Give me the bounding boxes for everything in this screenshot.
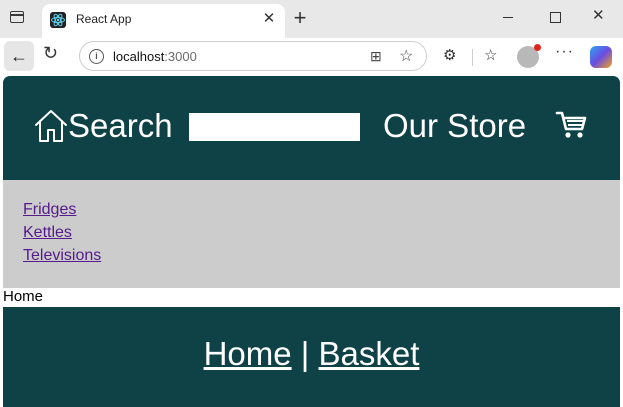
cart-icon[interactable] — [555, 110, 587, 140]
back-icon[interactable]: ← — [4, 41, 34, 71]
extensions-icon[interactable]: ⚙ — [443, 46, 456, 64]
footer-separator: | — [300, 335, 310, 372]
category-item: Kettles — [23, 221, 101, 244]
favorite-star-icon[interactable]: ☆ — [399, 46, 413, 66]
browser-tabstrip: React App ✕ + ✕ — [0, 0, 623, 38]
browser-toolbar: ← ↻ i localhost:3000 ⊞ ☆ ⚙ ☆ ··· — [0, 38, 623, 76]
store-footer: Home | Basket — [3, 307, 620, 407]
category-link-kettles[interactable]: Kettles — [23, 224, 72, 241]
more-options-icon[interactable]: ··· — [555, 43, 574, 61]
category-item: Televisions — [23, 244, 101, 267]
page-breadcrumb: Home — [3, 288, 44, 305]
category-item: Fridges — [23, 198, 101, 221]
category-link-televisions[interactable]: Televisions — [23, 247, 101, 264]
category-link-fridges[interactable]: Fridges — [23, 201, 76, 218]
footer-basket-link[interactable]: Basket — [319, 335, 420, 372]
maximize-icon[interactable] — [550, 12, 561, 23]
profile-avatar-icon[interactable] — [517, 44, 541, 68]
url-text: localhost:3000 — [113, 49, 197, 64]
react-favicon-icon — [50, 12, 66, 28]
category-panel: Fridges Kettles Televisions — [3, 180, 620, 288]
home-icon[interactable] — [33, 108, 69, 144]
tab-title: React App — [76, 12, 132, 26]
store-title: Our Store — [383, 107, 527, 144]
copilot-icon[interactable] — [590, 46, 612, 68]
sidebar-toggle-icon[interactable] — [10, 11, 24, 23]
toolbar-divider — [472, 49, 473, 66]
search-input[interactable] — [189, 113, 360, 141]
site-info-icon[interactable]: i — [89, 49, 104, 64]
app-install-icon[interactable]: ⊞ — [370, 48, 382, 65]
reload-icon[interactable]: ↻ — [43, 43, 58, 64]
window-close-icon[interactable]: ✕ — [592, 6, 605, 24]
footer-nav: Home | Basket — [3, 335, 620, 373]
footer-home-link[interactable]: Home — [204, 335, 292, 372]
store-header: Search Our Store — [3, 76, 620, 180]
search-label: Search — [68, 107, 173, 144]
minimize-icon[interactable] — [503, 17, 513, 18]
tab-close-icon[interactable]: ✕ — [260, 9, 278, 27]
browser-tab[interactable]: React App ✕ — [42, 4, 285, 38]
new-tab-icon[interactable]: + — [289, 5, 311, 31]
address-bar[interactable]: i localhost:3000 ⊞ ☆ — [79, 41, 427, 71]
favorites-icon[interactable]: ☆ — [484, 46, 497, 64]
category-list: Fridges Kettles Televisions — [23, 198, 101, 267]
page-viewport: Search Our Store Fridges Kettles Televis… — [3, 76, 620, 407]
